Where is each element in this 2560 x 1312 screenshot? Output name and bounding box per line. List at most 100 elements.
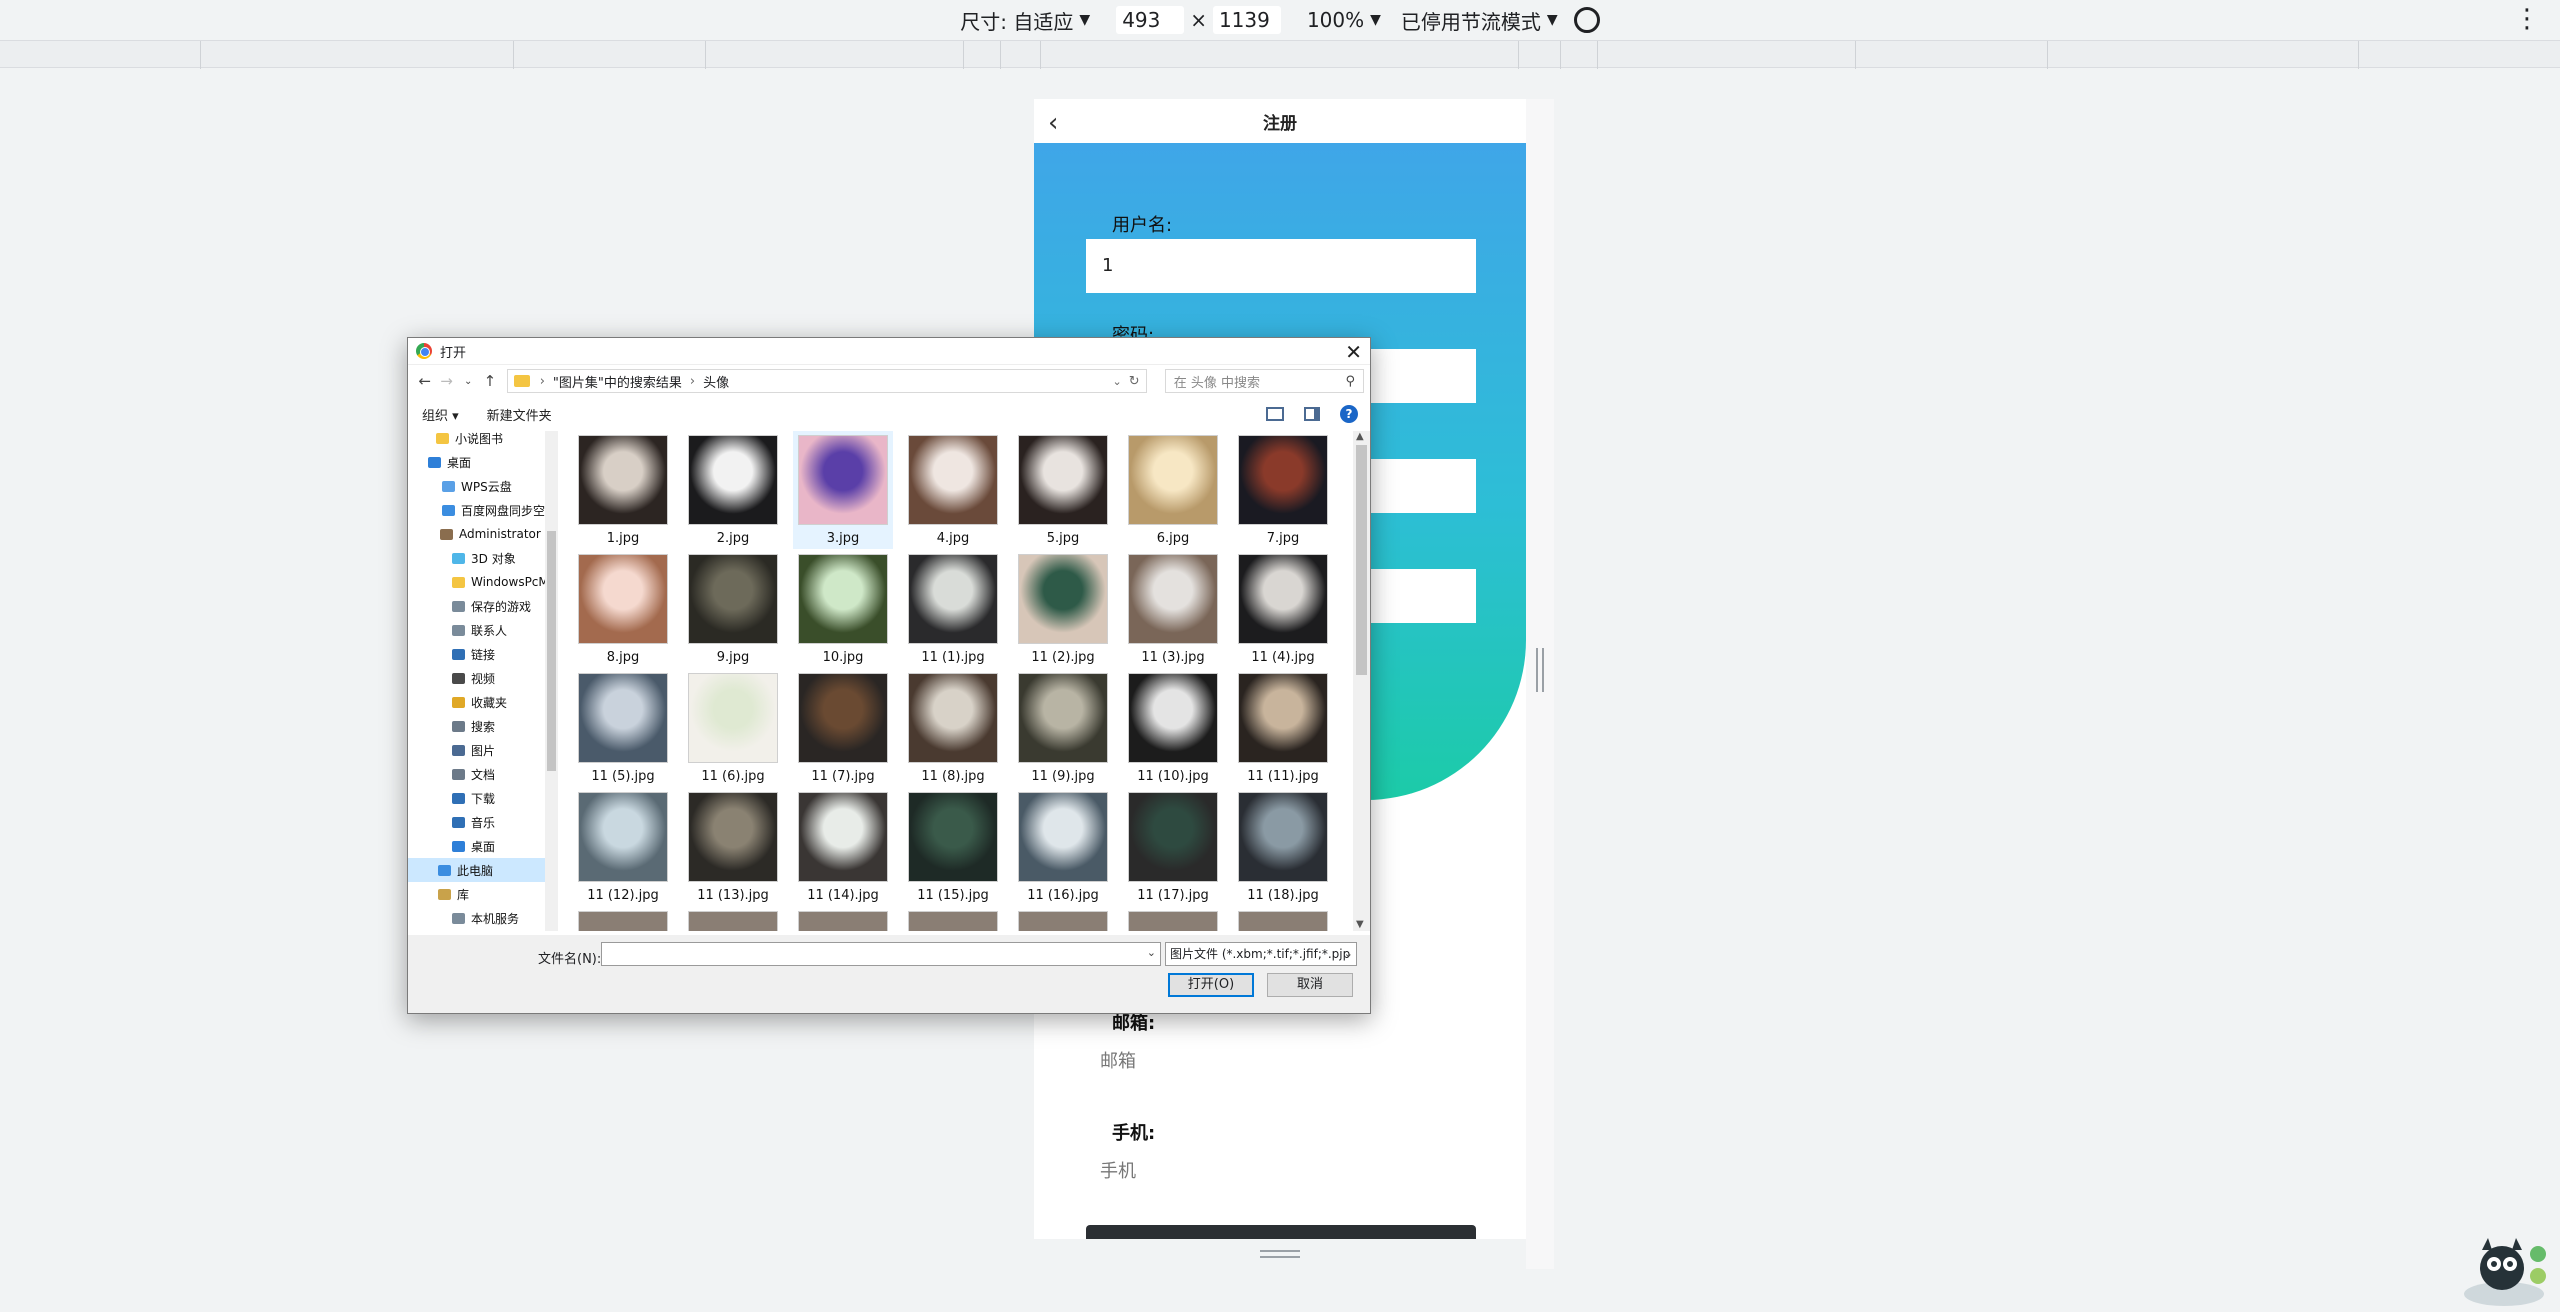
up-arrow-icon[interactable]: ↑ — [479, 372, 501, 390]
file-scrollbar[interactable]: ▲ ▼ — [1353, 431, 1370, 931]
tree-item[interactable]: 下载 — [408, 786, 545, 810]
tree-item[interactable]: 联系人 — [408, 618, 545, 642]
scrollbar-thumb[interactable] — [547, 531, 556, 771]
address-bar[interactable]: › "图片集"中的搜索结果 › 头像 ⌄ ↻ — [506, 369, 1147, 393]
change-view-icon[interactable] — [1266, 407, 1284, 421]
tree-item[interactable]: 百度网盘同步空 — [408, 498, 545, 522]
file-item[interactable]: 11 (6).jpg — [683, 669, 783, 787]
new-folder-button[interactable]: 新建文件夹 — [487, 405, 552, 424]
tree-item[interactable]: 音乐 — [408, 810, 545, 834]
resize-handle-right[interactable] — [1536, 648, 1544, 692]
file-item[interactable]: 11 (15).jpg — [903, 788, 1003, 906]
more-options-icon[interactable]: ⋮ — [2514, 6, 2540, 32]
tree-item[interactable]: 文档 — [408, 762, 545, 786]
scrollbar-thumb[interactable] — [1356, 445, 1367, 675]
chevron-down-icon[interactable]: ⌄ — [1112, 375, 1121, 388]
filename-input[interactable]: ⌄ — [601, 942, 1161, 966]
file-item[interactable]: 11 (13).jpg — [683, 788, 783, 906]
file-item[interactable]: 11 (9).jpg — [1013, 669, 1113, 787]
file-item[interactable]: 5.jpg — [1013, 431, 1113, 549]
breadcrumb-item[interactable]: "图片集"中的搜索结果 — [553, 372, 682, 391]
file-item[interactable]: 6.jpg — [1123, 431, 1223, 549]
tree-item[interactable]: 视频 — [408, 666, 545, 690]
tree-item[interactable]: 小说图书 — [408, 431, 545, 450]
tree-item[interactable]: 链接 — [408, 642, 545, 666]
file-item[interactable]: 11 (17).jpg — [1123, 788, 1223, 906]
file-item[interactable]: 11 (3).jpg — [1123, 550, 1223, 668]
file-item[interactable] — [573, 907, 673, 931]
organize-button[interactable]: 组织 ▾ — [422, 405, 459, 424]
file-item[interactable] — [793, 907, 893, 931]
file-item[interactable]: 11 (7).jpg — [793, 669, 893, 787]
file-item[interactable] — [903, 907, 1003, 931]
file-item[interactable]: 11 (16).jpg — [1013, 788, 1113, 906]
chevron-down-icon[interactable]: ⌄ — [1147, 946, 1156, 959]
open-button[interactable]: 打开(O) — [1168, 973, 1254, 997]
tree-item[interactable]: 此电脑 — [408, 858, 545, 882]
file-item[interactable] — [1013, 907, 1113, 931]
file-item[interactable] — [1233, 907, 1333, 931]
breadcrumb-item[interactable]: 头像 — [703, 372, 729, 391]
nav-scrollbar[interactable] — [545, 431, 558, 931]
file-item[interactable]: 11 (1).jpg — [903, 550, 1003, 668]
tree-item[interactable]: Administrator — [408, 522, 545, 546]
file-item[interactable]: 11 (4).jpg — [1233, 550, 1333, 668]
file-item[interactable] — [1123, 907, 1223, 931]
forward-arrow-icon[interactable]: → — [436, 372, 458, 390]
back-arrow-icon[interactable]: ‹ — [1048, 108, 1058, 138]
file-item[interactable] — [683, 907, 783, 931]
file-item[interactable]: 11 (11).jpg — [1233, 669, 1333, 787]
throttle-dropdown[interactable]: 已停用节流模式 ▼ — [1401, 6, 1600, 35]
file-item[interactable]: 3.jpg — [793, 431, 893, 549]
file-item[interactable]: 11 (2).jpg — [1013, 550, 1113, 668]
rotate-icon[interactable] — [1573, 7, 1600, 33]
file-item[interactable]: 4.jpg — [903, 431, 1003, 549]
tree-item[interactable]: 桌面 — [408, 834, 545, 858]
refresh-icon[interactable]: ↻ — [1129, 374, 1140, 389]
close-icon[interactable]: ✕ — [1345, 340, 1362, 364]
tree-item[interactable]: 图片 — [408, 738, 545, 762]
file-item[interactable]: 8.jpg — [573, 550, 673, 668]
search-input[interactable]: 在 头像 中搜索 ⚲ — [1164, 369, 1364, 393]
file-item[interactable]: 7.jpg — [1233, 431, 1333, 549]
recent-chevron-icon[interactable]: ⌄ — [457, 376, 479, 387]
tree-item[interactable]: WPS云盘 — [408, 474, 545, 498]
file-name: 4.jpg — [936, 531, 970, 546]
file-item[interactable]: 11 (18).jpg — [1233, 788, 1333, 906]
submit-button[interactable] — [1086, 1225, 1476, 1239]
tree-item[interactable]: 本机服务 — [408, 906, 545, 930]
filetype-select[interactable]: 图片文件 (*.xbm;*.tif;*.jfif;*.pjp ⌄ — [1165, 942, 1357, 966]
scroll-up-icon[interactable]: ▲ — [1356, 431, 1364, 442]
tree-item[interactable]: 3D 对象 — [408, 546, 545, 570]
cancel-button[interactable]: 取消 — [1267, 973, 1353, 997]
file-item[interactable]: 2.jpg — [683, 431, 783, 549]
back-arrow-icon[interactable]: ← — [414, 372, 436, 390]
help-icon[interactable]: ? — [1340, 405, 1358, 423]
email-input[interactable]: 邮箱 — [1100, 1047, 1136, 1073]
tree-item[interactable]: 桌面 — [408, 450, 545, 474]
image-thumbnail — [1238, 911, 1328, 931]
file-item[interactable]: 11 (5).jpg — [573, 669, 673, 787]
username-input[interactable]: 1 — [1086, 239, 1476, 293]
zoom-dropdown[interactable]: 100% ▼ — [1307, 8, 1381, 32]
tree-item[interactable]: 保存的游戏 — [408, 594, 545, 618]
preview-pane-icon[interactable] — [1304, 407, 1320, 421]
height-input[interactable]: 1139 — [1212, 6, 1281, 34]
file-name: 5.jpg — [1046, 531, 1080, 546]
tree-item[interactable]: 库 — [408, 882, 545, 906]
tree-item[interactable]: 搜索 — [408, 714, 545, 738]
file-item[interactable]: 11 (10).jpg — [1123, 669, 1223, 787]
file-item[interactable]: 1.jpg — [573, 431, 673, 549]
tree-item[interactable]: 收藏夹 — [408, 690, 545, 714]
file-item[interactable]: 11 (14).jpg — [793, 788, 893, 906]
file-item[interactable]: 11 (8).jpg — [903, 669, 1003, 787]
width-input[interactable]: 493 — [1116, 6, 1185, 34]
file-item[interactable]: 10.jpg — [793, 550, 893, 668]
tree-item[interactable]: WindowsPcM — [408, 570, 549, 594]
phone-input[interactable]: 手机 — [1100, 1157, 1136, 1183]
resize-handle-bottom[interactable] — [1260, 1250, 1300, 1258]
dimensions-dropdown[interactable]: 尺寸: 自适应 ▼ — [960, 6, 1090, 35]
scroll-down-icon[interactable]: ▼ — [1356, 919, 1364, 930]
file-item[interactable]: 9.jpg — [683, 550, 783, 668]
file-item[interactable]: 11 (12).jpg — [573, 788, 673, 906]
